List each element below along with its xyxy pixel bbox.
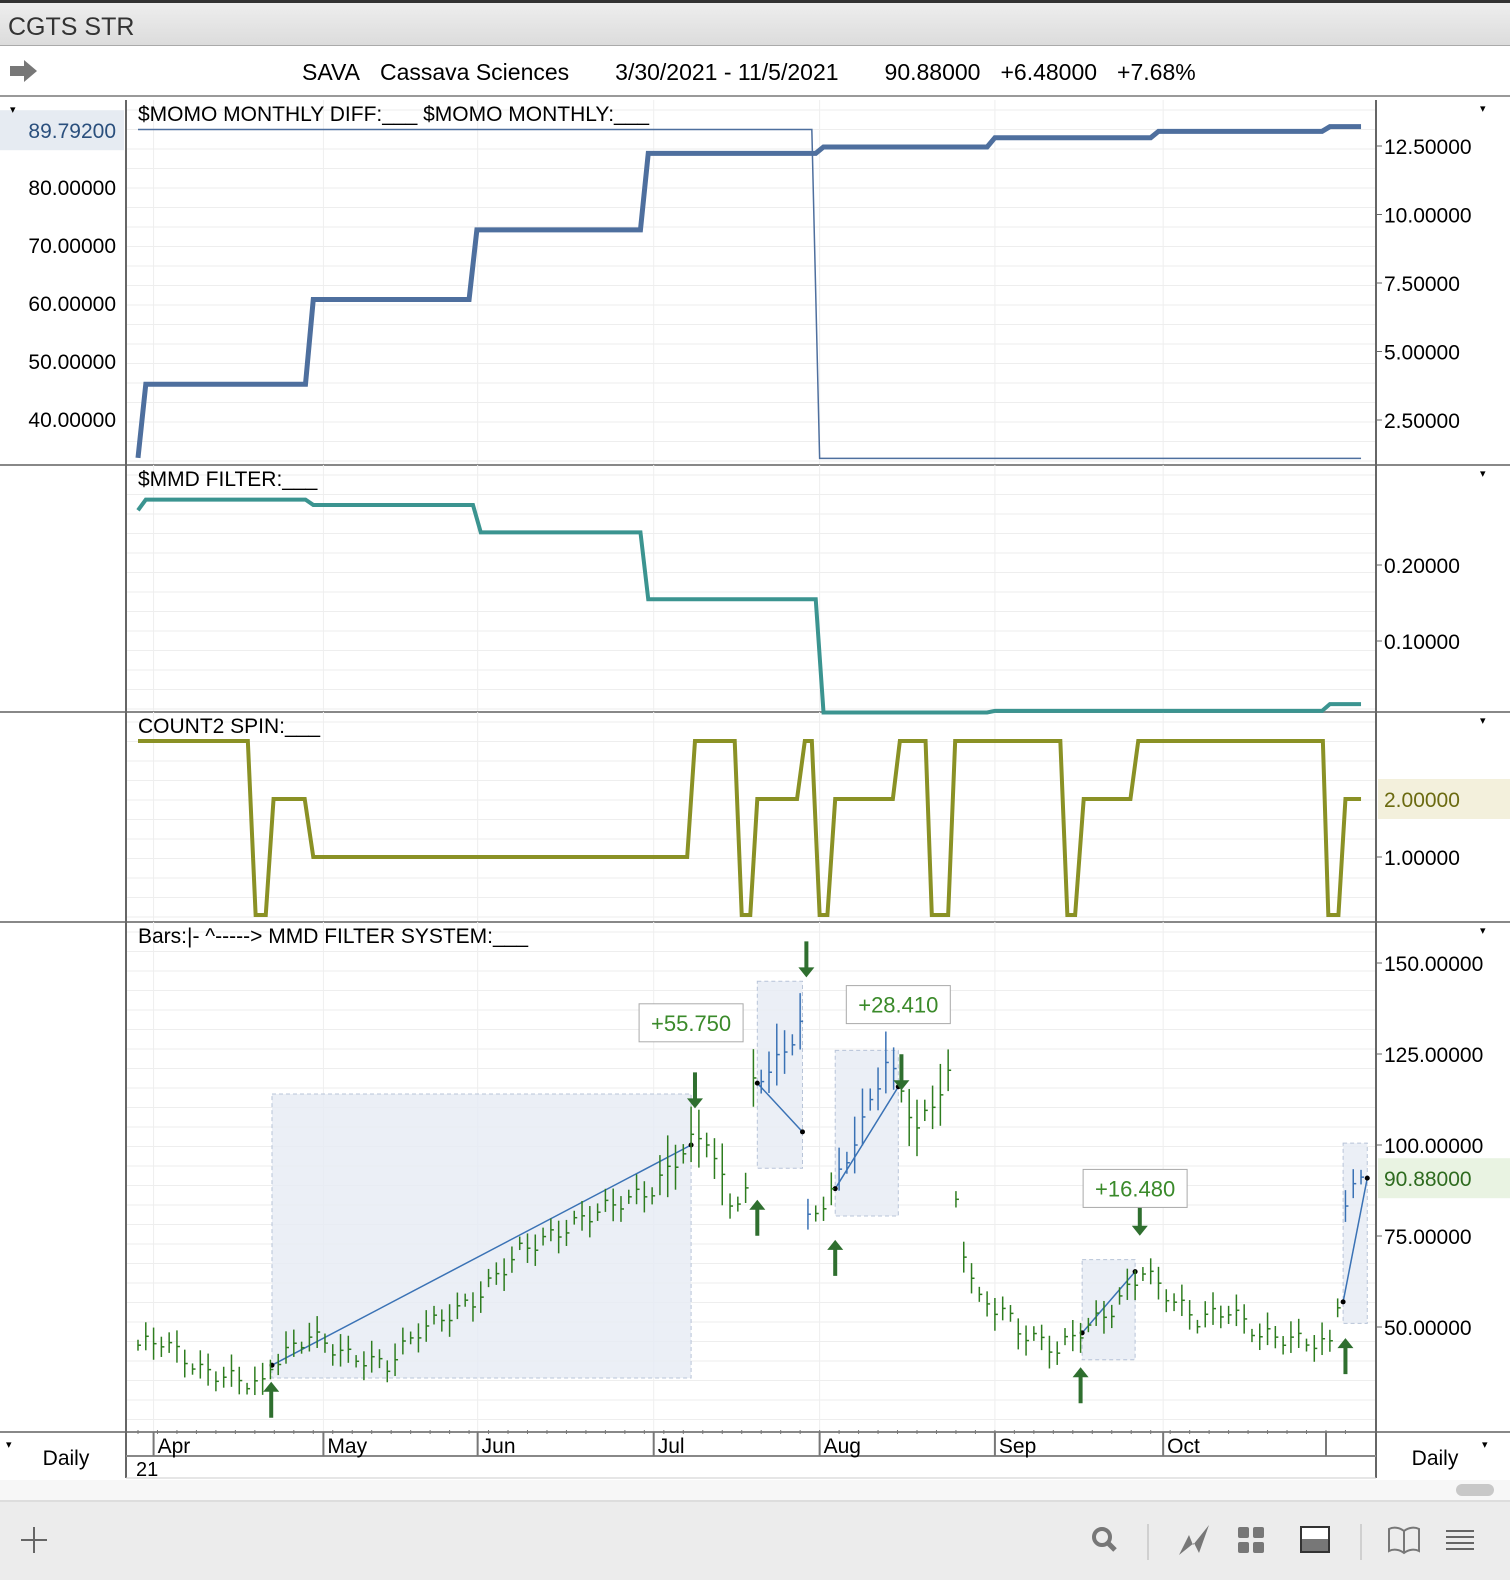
draw-icon[interactable]: [1176, 1522, 1212, 1558]
panel-menu-icon: ▾: [1480, 468, 1486, 480]
trade-exit-dot: [799, 1129, 805, 1135]
mmd-filter-line: [136, 497, 1362, 715]
periodicity-left: Daily: [43, 1447, 90, 1470]
price-change: +6.48000: [1000, 59, 1098, 85]
trade-entry-dot: [1340, 1299, 1346, 1305]
right-tick-label: 50.00000: [1384, 1317, 1472, 1340]
current-value: 89.79200: [28, 120, 116, 143]
right-tick-label: 1.00000: [1384, 847, 1460, 870]
buy-arrow-icon: [827, 1239, 844, 1276]
month-label: Apr: [158, 1435, 191, 1458]
search-icon[interactable]: [1086, 1522, 1122, 1558]
month-label: May: [327, 1435, 367, 1458]
count2-spin-line: [138, 739, 1362, 917]
book-icon[interactable]: [1386, 1522, 1422, 1558]
right-tick-label: 7.50000: [1384, 273, 1460, 296]
bottom-toolbar: [0, 1502, 1510, 1580]
symbol-info: SAVA Cassava Sciences 3/30/2021 - 11/5/202…: [302, 59, 1216, 86]
right-tick-label: 0.10000: [1384, 631, 1460, 654]
panel-menu-icon: ▾: [1480, 715, 1486, 727]
trade-box: [1342, 1142, 1368, 1324]
menu-icon[interactable]: [1442, 1522, 1478, 1558]
right-tick-label: 100.00000: [1384, 1135, 1483, 1158]
periodicity-right: Daily: [1412, 1447, 1459, 1470]
toolbar-divider: [1147, 1524, 1149, 1560]
panel-title: $MMD FILTER:___: [138, 468, 318, 491]
right-tick-label: 5.00000: [1384, 342, 1460, 365]
trade-box: [834, 1049, 899, 1217]
month-label: Oct: [1167, 1435, 1200, 1458]
company-name: Cassava Sciences: [379, 59, 570, 85]
title-bar: CGTS STR: [0, 0, 1510, 46]
symbol: SAVA: [302, 59, 360, 85]
left-tick-label: 70.00000: [28, 235, 116, 258]
trade-box: [271, 1093, 692, 1379]
window-title: CGTS STR: [8, 13, 135, 41]
panel-menu-icon: ▾: [1480, 103, 1486, 115]
panel-title: $MOMO MONTHLY DIFF:___ $MOMO MONTHLY:___: [138, 103, 649, 126]
periodicity-dropdown-icon: ▾: [6, 1439, 12, 1451]
date-range: 3/30/2021 - 11/5/2021: [615, 59, 839, 85]
right-tick-label: 150.00000: [1384, 953, 1483, 976]
right-tick-label: 125.00000: [1384, 1044, 1483, 1067]
plus-icon[interactable]: [16, 1522, 52, 1558]
horizontal-scrollbar[interactable]: [0, 1480, 1510, 1502]
trade-profit-label: +55.750: [651, 1011, 731, 1036]
buy-arrow-icon: [1337, 1338, 1354, 1375]
sell-arrow-icon: [798, 941, 815, 978]
right-tick-label: 0.20000: [1384, 555, 1460, 578]
panel-icon[interactable]: [1297, 1522, 1333, 1558]
axis-menu-icon: ▾: [10, 104, 16, 116]
trade-profit-label: +16.480: [1095, 1176, 1175, 1201]
periodicity-dropdown-icon: ▾: [1482, 1439, 1488, 1451]
chart-area[interactable]: ▾ ▾ ▾ ▾ 12.50000 10.00000 7.50000 5.00000 2.5000…: [0, 97, 1510, 1480]
current-value: 2.00000: [1384, 789, 1460, 812]
month-label: Sep: [999, 1435, 1036, 1458]
trade-entry-dot: [754, 1080, 760, 1086]
month-label: Aug: [824, 1435, 861, 1458]
panel-menu-icon: ▾: [1480, 925, 1486, 937]
right-tick-label: 2.50000: [1384, 410, 1460, 433]
year-label: 21: [136, 1459, 158, 1480]
month-label: Jul: [658, 1435, 685, 1458]
right-tick-label: 10.00000: [1384, 205, 1472, 228]
current-value: 90.88000: [1384, 1168, 1472, 1191]
trade-exit-dot: [1364, 1175, 1370, 1181]
momo-monthly-line: [135, 124, 1362, 459]
trade-box: [756, 980, 803, 1169]
left-tick-label: 80.00000: [28, 177, 116, 200]
buy-arrow-icon: [1072, 1367, 1089, 1404]
symbol-header: SAVA Cassava Sciences 3/30/2021 - 11/5/202…: [0, 47, 1510, 97]
month-label: Jun: [482, 1435, 516, 1458]
panel-title: Bars:|- ^-----> MMD FILTER SYSTEM:___: [138, 925, 528, 948]
momo-monthly-diff-line: [138, 128, 1362, 460]
left-tick-label: 60.00000: [28, 293, 116, 316]
right-tick-label: 12.50000: [1384, 136, 1472, 159]
right-tick-label: 75.00000: [1384, 1226, 1472, 1249]
left-tick-label: 50.00000: [28, 351, 116, 374]
left-tick-label: 40.00000: [28, 409, 116, 432]
price-change-pct: +7.68%: [1117, 59, 1196, 85]
last-price: 90.88000: [884, 59, 981, 85]
panel-title: COUNT2 SPIN:___: [138, 715, 320, 738]
toolbar-divider: [1360, 1524, 1362, 1560]
scroll-thumb[interactable]: [1456, 1484, 1494, 1496]
arrow-right-icon[interactable]: [10, 59, 38, 83]
trade-profit-label: +28.410: [858, 993, 938, 1018]
grid-icon[interactable]: [1233, 1522, 1269, 1558]
